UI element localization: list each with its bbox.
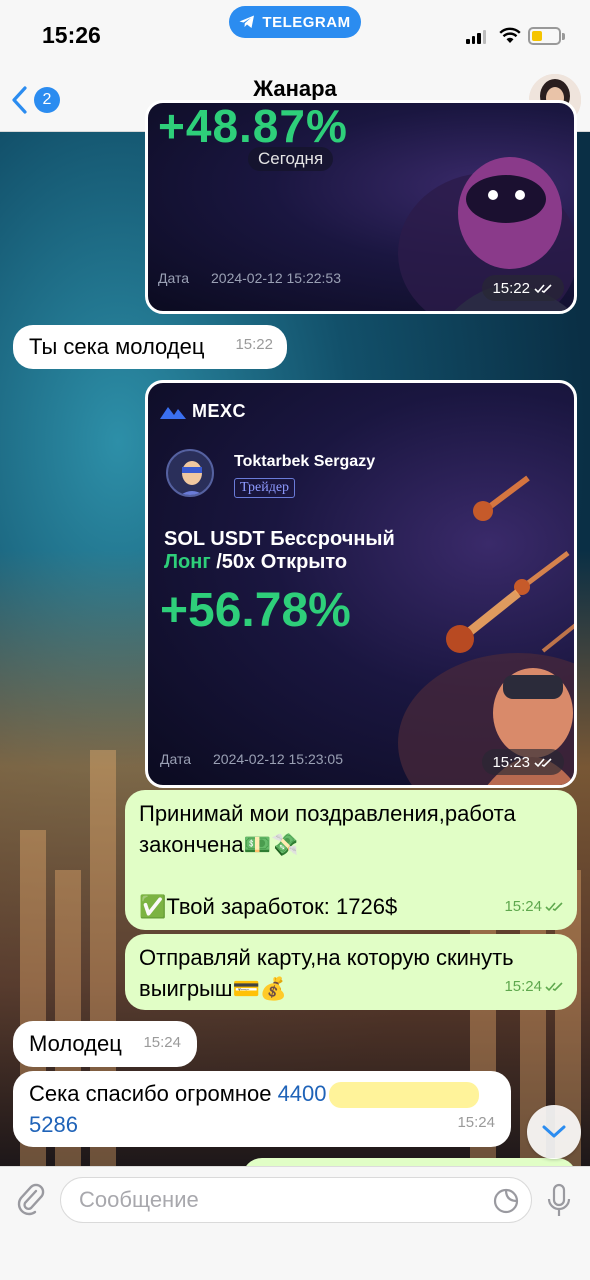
incoming-message[interactable]: Молодец 15:24 — [13, 1021, 197, 1067]
date-label: Дата — [160, 751, 192, 767]
message-time: 15:24 — [143, 1034, 181, 1051]
message-input[interactable] — [79, 1178, 479, 1222]
outgoing-message[interactable]: Отправляй карту,на которую скинуть выигр… — [125, 934, 577, 1010]
date-value: 2024-02-12 15:23:05 — [213, 751, 343, 767]
mexc-icon — [160, 406, 186, 419]
read-checks-icon — [534, 283, 552, 293]
message-time: 15:23 — [482, 749, 564, 775]
status-time: 15:26 — [42, 22, 101, 48]
message-time: 15:22 — [235, 336, 273, 353]
telegram-icon — [239, 15, 255, 28]
profit-percent: +56.78% — [160, 584, 351, 637]
paperclip-icon[interactable] — [14, 1181, 46, 1217]
telegram-pill[interactable]: TELEGRAM — [229, 6, 361, 38]
message-line: выигрыш💳💰 — [139, 976, 288, 1001]
message-line: Отправляй карту,на которую скинуть — [139, 945, 514, 970]
message-input-bar — [0, 1166, 590, 1280]
message-text: Молодец — [29, 1031, 122, 1056]
message-text: Ты сека молодец — [29, 334, 205, 359]
redaction-highlight — [328, 1082, 479, 1109]
message-time: 15:22 — [482, 275, 564, 301]
microphone-icon[interactable] — [546, 1183, 572, 1219]
card-number-link[interactable]: 4400 — [278, 1081, 327, 1106]
cellular-signal-icon — [466, 30, 486, 44]
trader-role-badge: Трейдер — [234, 478, 296, 498]
outgoing-message[interactable]: Принимай мои поздравления,работа законче… — [125, 790, 577, 930]
date-label: Дата — [158, 270, 190, 286]
battery-icon — [528, 27, 565, 45]
incoming-message[interactable]: Сека спасибо огромное 4400 5286 15:24 — [13, 1071, 511, 1147]
profit-percent: +48.87% — [158, 100, 348, 152]
status-bar: 15:26 TELEGRAM — [0, 0, 590, 70]
wifi-icon — [499, 27, 521, 43]
read-checks-icon — [545, 902, 563, 912]
brand-logo: MEXC — [160, 401, 246, 422]
incoming-message[interactable]: Ты сека молодец 15:22 — [13, 325, 287, 369]
trade-card-2[interactable]: MEXC Toktarbek Sergazy Трейдер SOL USDT … — [145, 380, 577, 788]
message-time: 15:24 — [457, 1114, 495, 1131]
card-number-link[interactable]: 5286 — [29, 1109, 511, 1140]
today-label: Сегодня — [248, 147, 334, 171]
pair-rest: /50x Открыто — [210, 551, 348, 573]
trader-avatar — [166, 449, 214, 497]
trade-card-1[interactable]: +48.87% Сегодня Дата 2024-02-12 15:22:53… — [145, 100, 577, 314]
message-line: ✅Твой заработок: 1726$ — [139, 894, 398, 919]
read-checks-icon — [534, 757, 552, 767]
long-label: Лонг — [164, 551, 211, 573]
telegram-pill-label: TELEGRAM — [262, 13, 351, 31]
message-time: 15:24 — [504, 971, 565, 1002]
pair-line-2: Лонг /50x Открыто — [164, 551, 347, 574]
read-checks-icon — [545, 982, 563, 992]
trader-name: Toktarbek Sergazy — [234, 453, 376, 470]
scroll-to-bottom-button[interactable] — [527, 1105, 581, 1159]
chevron-down-icon — [542, 1125, 566, 1138]
message-field[interactable] — [60, 1177, 532, 1223]
chat-title[interactable]: Жанара — [0, 76, 590, 102]
message-line: закончена💵💸 — [139, 832, 299, 857]
sticker-icon[interactable] — [493, 1188, 519, 1214]
message-time: 15:24 — [504, 891, 565, 922]
message-text: Сека спасибо огромное — [29, 1081, 278, 1106]
message-line: Принимай мои поздравления,работа — [139, 801, 516, 826]
date-value: 2024-02-12 15:22:53 — [211, 270, 341, 286]
pair-line-1: SOL USDT Бессрочный — [164, 528, 395, 550]
